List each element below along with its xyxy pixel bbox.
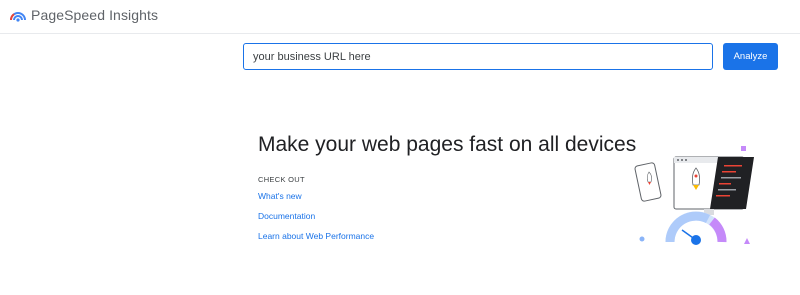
documentation-link[interactable]: Documentation [258, 211, 315, 221]
url-input[interactable] [243, 43, 713, 70]
learn-web-performance-link[interactable]: Learn about Web Performance [258, 231, 374, 241]
check-out-label: CHECK OUT [258, 175, 305, 184]
devices-speed-illustration-icon [630, 138, 760, 255]
whats-new-link[interactable]: What's new [258, 191, 302, 201]
decor-dot [639, 236, 645, 242]
top-bar: PageSpeed Insights [0, 0, 800, 34]
decor-square [741, 146, 746, 151]
page-headline: Make your web pages fast on all devices [258, 133, 637, 156]
app-logo[interactable]: PageSpeed Insights [10, 7, 158, 23]
decor-triangle [744, 238, 750, 244]
analyze-button[interactable]: Analyze [723, 43, 778, 70]
app-title: PageSpeed Insights [31, 7, 159, 23]
pagespeed-gauge-icon [10, 12, 26, 22]
